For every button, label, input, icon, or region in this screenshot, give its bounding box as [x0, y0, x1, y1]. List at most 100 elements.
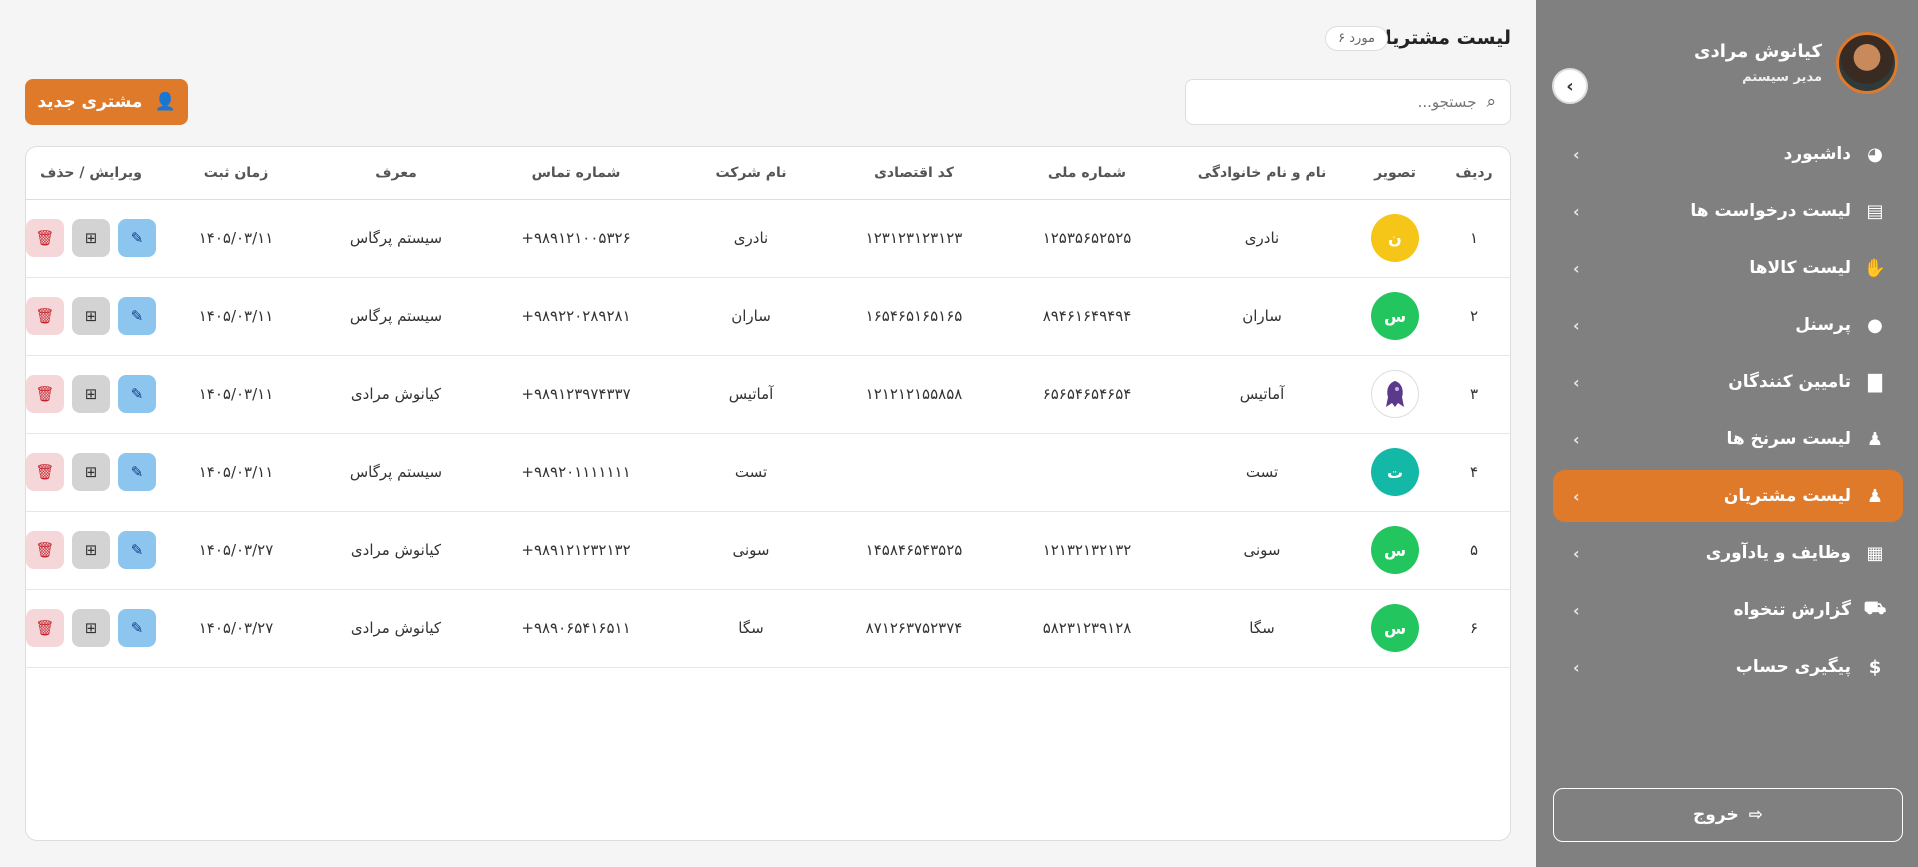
- user-plus-icon: 👤: [154, 92, 176, 112]
- table-row: ۱ ن نادری ۱۲۵۳۵۶۵۲۵۲۵ ۱۲۳۱۲۳۱۲۳۱۲۳ نادری +۹۸۹۱…: [26, 199, 1510, 277]
- register-date: ۱۴۰۵/۰۳/۱۱: [198, 385, 274, 403]
- register-date: ۱۴۰۵/۰۳/۲۷: [198, 619, 274, 637]
- sidebar-item-label: پرسنل: [1795, 315, 1851, 335]
- new-customer-label: مشتری جدید: [37, 92, 143, 112]
- sidebar-item-4[interactable]: ▇ تامیین کنندگان ‹: [1553, 356, 1903, 408]
- customer-name: سگا: [1249, 619, 1275, 637]
- customers-table: ردیف تصویر نام و نام خانوادگی شماره ملی کد ا…: [26, 147, 1510, 668]
- logout-button[interactable]: خروج ⇨: [1553, 788, 1903, 842]
- column-header: شماره تماس: [531, 164, 621, 181]
- company-name: سونی: [732, 541, 770, 559]
- sidebar-item-7[interactable]: ▦ وظایف و یادآوری ‹: [1553, 527, 1903, 579]
- user-name: کیانوش مرادی: [1694, 41, 1822, 62]
- column-header: کد اقتصادی: [874, 164, 954, 181]
- sidebar-item-9[interactable]: $ پیگیری حساب ‹: [1553, 641, 1903, 693]
- add-note-button[interactable]: ⊞: [72, 375, 110, 413]
- economic-code: ۱۴۵۸۴۶۵۴۳۵۲۵: [865, 541, 963, 559]
- sidebar-collapse-button[interactable]: ‹: [1552, 68, 1588, 104]
- avatar: [1836, 32, 1898, 94]
- money-bag-icon: $: [1868, 656, 1882, 678]
- row-index: ۲: [1469, 307, 1479, 325]
- row-index: ۵: [1469, 541, 1479, 559]
- add-note-button[interactable]: ⊞: [72, 219, 110, 257]
- phone-number: +۹۸۹۲۰۱۱۱۱۱۱۱: [521, 463, 631, 481]
- table-row: ۶ س سگا ۵۸۲۳۱۲۳۹۱۲۸ ۸۷۱۲۶۳۷۵۲۳۷۴ سگا +۹۸۹۰۶۵۴۱…: [26, 589, 1510, 667]
- national-id: ۶۵۶۵۴۶۵۴۶۵۴: [1042, 385, 1132, 403]
- table-body: ۱ ن نادری ۱۲۵۳۵۶۵۲۵۲۵ ۱۲۳۱۲۳۱۲۳۱۲۳ نادری +۹۸۹۱…: [26, 199, 1510, 667]
- referrer: سیستم پرگاس: [349, 307, 443, 325]
- comment-plus-icon: ⊞: [84, 385, 98, 403]
- sidebar-item-6[interactable]: ♟ لیست مشتریان ‹: [1553, 470, 1903, 522]
- comment-plus-icon: ⊞: [84, 463, 98, 481]
- edit-button[interactable]: ✎: [118, 609, 156, 647]
- trash-icon: 🗑: [35, 385, 55, 403]
- sidebar-item-5[interactable]: ♟ لیست سرنخ ها ‹: [1553, 413, 1903, 465]
- comment-plus-icon: ⊞: [84, 229, 98, 247]
- company-name: آماتیس: [728, 385, 774, 403]
- users-icon: ♟: [1866, 485, 1884, 507]
- sidebar-item-8[interactable]: ⛟ گزارش تنخواه ‹: [1553, 584, 1903, 636]
- delete-button[interactable]: 🗑: [26, 375, 64, 413]
- edit-button[interactable]: ✎: [118, 531, 156, 569]
- new-customer-button[interactable]: مشتری جدید 👤: [25, 79, 188, 125]
- customer-avatar: ت: [1371, 448, 1419, 496]
- table-header-row: ردیف تصویر نام و نام خانوادگی شماره ملی کد ا…: [26, 147, 1510, 199]
- economic-code: ۱۶۵۴۶۵۱۶۵۱۶۵: [865, 307, 963, 325]
- delete-button[interactable]: 🗑: [26, 531, 64, 569]
- table-row: ۴ ت تست تست +۹۸۹۲۰۱۱۱۱۱۱۱ سیستم پرگاس ۱۴۰۵/۰۳/…: [26, 433, 1510, 511]
- delete-button[interactable]: 🗑: [26, 219, 64, 257]
- referrer: سیستم پرگاس: [349, 229, 443, 247]
- national-id: [1002, 433, 1172, 511]
- dashboard-gauge-icon: ◕: [1867, 143, 1883, 165]
- sidebar-item-label: لیست مشتریان: [1723, 486, 1851, 506]
- economic-code: ۱۲۳۱۲۳۱۲۳۱۲۳: [865, 229, 963, 247]
- row-index: ۳: [1469, 385, 1479, 403]
- sidebar-item-1[interactable]: ▤ لیست درخواست ها ‹: [1553, 185, 1903, 237]
- edit-button[interactable]: ✎: [118, 219, 156, 257]
- edit-icon: ✎: [130, 385, 144, 403]
- user-icon: ●: [1867, 314, 1883, 336]
- table-row: ۲ س ساران ۸۹۴۶۱۶۴۹۴۹۴ ۱۶۵۴۶۵۱۶۵۱۶۵ ساران +۹۸۹۲…: [26, 277, 1510, 355]
- add-note-button[interactable]: ⊞: [72, 453, 110, 491]
- national-id: ۵۸۲۳۱۲۳۹۱۲۸: [1042, 619, 1132, 637]
- edit-button[interactable]: ✎: [118, 297, 156, 335]
- register-date: ۱۴۰۵/۰۳/۲۷: [198, 541, 274, 559]
- customer-name: تست: [1245, 463, 1279, 481]
- edit-button[interactable]: ✎: [118, 375, 156, 413]
- count-badge: ۶ مورد: [1325, 26, 1388, 51]
- add-note-button[interactable]: ⊞: [72, 531, 110, 569]
- trash-icon: 🗑: [35, 541, 55, 559]
- customer-name: نادری: [1244, 229, 1280, 247]
- sidebar-item-0[interactable]: ◕ داشبورد ‹: [1553, 128, 1903, 180]
- logout-label: خروج: [1693, 805, 1739, 825]
- column-header: ردیف: [1455, 164, 1493, 181]
- national-id: ۱۲۵۳۵۶۵۲۵۲۵: [1042, 229, 1132, 247]
- edit-button[interactable]: ✎: [118, 453, 156, 491]
- row-actions: 🗑 ⊞ ✎: [26, 609, 156, 647]
- search-box[interactable]: ⌕: [1185, 79, 1511, 125]
- sidebar-item-label: گزارش تنخواه: [1733, 600, 1851, 620]
- sidebar-item-label: وظایف و یادآوری: [1705, 543, 1851, 563]
- chevron-icon: ‹: [1573, 486, 1580, 506]
- chevron-icon: ‹: [1573, 543, 1580, 563]
- chevron-icon: ‹: [1573, 201, 1580, 221]
- sidebar-item-3[interactable]: ● پرسنل ‹: [1553, 299, 1903, 351]
- add-note-button[interactable]: ⊞: [72, 609, 110, 647]
- row-actions: 🗑 ⊞ ✎: [26, 375, 156, 413]
- register-date: ۱۴۰۵/۰۳/۱۱: [198, 463, 274, 481]
- delete-button[interactable]: 🗑: [26, 609, 64, 647]
- sidebar-item-label: تامیین کنندگان: [1728, 372, 1851, 392]
- search-input[interactable]: [1200, 93, 1477, 111]
- sidebar-item-label: لیست سرنخ ها: [1726, 429, 1851, 449]
- chevron-icon: ‹: [1573, 258, 1580, 278]
- trash-icon: 🗑: [35, 307, 55, 325]
- row-actions: 🗑 ⊞ ✎: [26, 219, 156, 257]
- sidebar-item-2[interactable]: ✋ لیست کالاها ‹: [1553, 242, 1903, 294]
- delete-button[interactable]: 🗑: [26, 297, 64, 335]
- economic-code: ۸۷۱۲۶۳۷۵۲۳۷۴: [865, 619, 963, 637]
- column-header: شماره ملی: [1047, 164, 1127, 181]
- column-header: معرف: [375, 164, 417, 181]
- delete-button[interactable]: 🗑: [26, 453, 64, 491]
- referrer: کیانوش مرادی: [350, 541, 442, 559]
- add-note-button[interactable]: ⊞: [72, 297, 110, 335]
